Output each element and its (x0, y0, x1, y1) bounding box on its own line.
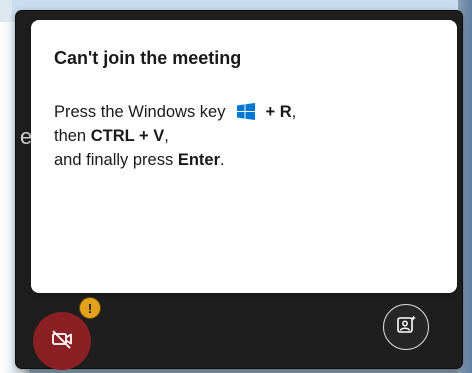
instruction-line-2: then CTRL + V, (54, 124, 296, 148)
warning-badge-symbol: ! (87, 300, 93, 316)
cant-join-dialog: Can't join the meeting Press the Windows… (31, 20, 457, 293)
background-effects-button[interactable] (383, 304, 429, 350)
instruction-key: + R (265, 103, 292, 121)
instruction-punct: , (291, 103, 297, 121)
instruction-text: Press the Windows key (54, 103, 226, 121)
video-off-icon (50, 327, 74, 356)
instruction-line-1: Press the Windows key + R, (54, 100, 296, 124)
warning-icon: ! (80, 298, 100, 318)
windows-logo-icon (237, 103, 256, 120)
instruction-key: Enter (177, 151, 221, 169)
dialog-title: Can't join the meeting (54, 48, 242, 68)
dialog-instructions: Press the Windows key + R, then CTRL + V,… (54, 100, 296, 172)
instruction-text: then (54, 127, 91, 145)
instruction-line-3: and finally press Enter. (54, 148, 296, 172)
background-effects-icon (395, 314, 417, 341)
instruction-punct: . (220, 151, 225, 169)
instruction-text: and finally press (54, 151, 178, 169)
instruction-key: CTRL + V (90, 127, 165, 145)
camera-off-button[interactable] (33, 312, 91, 370)
instruction-punct: , (164, 127, 169, 145)
